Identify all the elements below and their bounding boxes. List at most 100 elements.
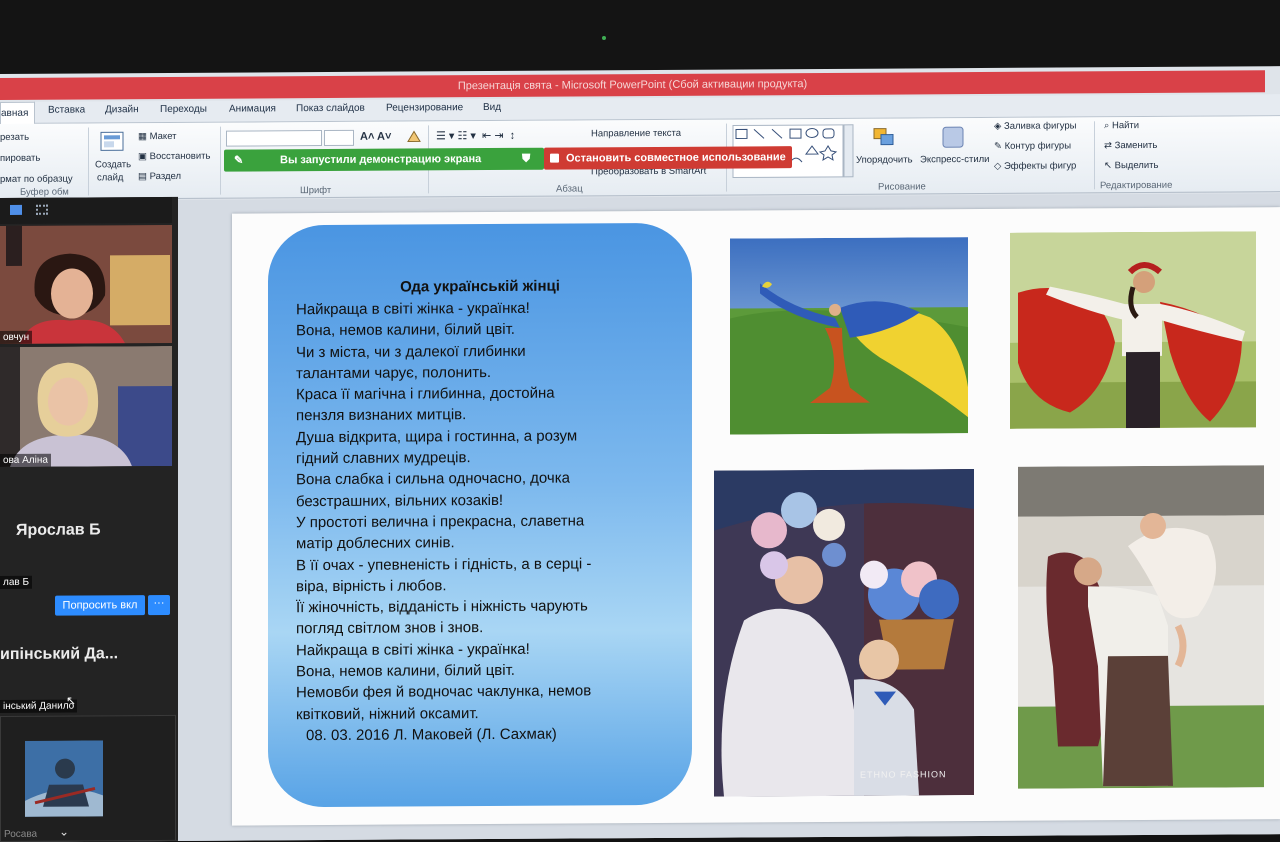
participant-tile[interactable]: овчун (0, 224, 172, 344)
reset-icon: ▣ (138, 151, 150, 163)
tab-view[interactable]: Вид (483, 102, 501, 113)
poem-line: гідний славних мудреців. (296, 449, 471, 468)
poem-lines: Найкраща в світі жінка - українка! Вона,… (296, 297, 686, 725)
poem-line: Вона слабка і сильна одночасно, дочка (296, 469, 570, 489)
poem-line: пензля визнаних митців. (296, 406, 467, 425)
layout-icon: ▦ (138, 131, 150, 143)
new-slide-icon[interactable] (100, 131, 124, 153)
participant-tile[interactable]: Росава ⌄ (0, 714, 176, 842)
photo-caption: ETHNO FASHION (860, 769, 947, 780)
reset-button[interactable]: ▣ Восстановить (138, 151, 210, 162)
arrange-icon[interactable] (872, 127, 898, 151)
clear-formatting-icon[interactable] (406, 129, 422, 143)
arrange-button[interactable]: Упорядочить (856, 154, 913, 165)
chevron-down-icon[interactable]: ⌄ (59, 825, 69, 839)
participant-name: лав Б (0, 575, 33, 589)
poem-line: матір доблесних синів. (296, 534, 455, 553)
bullets-icon[interactable]: ☰ ▾ ☷ ▾ ⇤ ⇥ ↕ (436, 129, 515, 142)
find-label: Найти (1111, 120, 1140, 132)
participant-display-name: ипінський Да... (0, 645, 119, 663)
group-label-editing: Редактирование (1100, 179, 1173, 192)
shape-outline-label: Контур фигуры (1004, 140, 1072, 152)
photo-mother-lifting-child[interactable] (1018, 465, 1264, 789)
tab-review[interactable]: Рецензирование (386, 102, 463, 113)
copy-button[interactable]: пировать (0, 153, 40, 164)
replace-label: Заменить (1114, 139, 1158, 152)
group-separator (88, 127, 89, 196)
stop-share-button[interactable]: Остановить совместное использование (544, 146, 792, 170)
tab-home[interactable]: авная (0, 101, 36, 125)
select-button[interactable]: ↖ Выделить (1104, 160, 1158, 171)
format-painter-button[interactable]: рмат по образцу (0, 174, 73, 185)
participant-tile[interactable]: ова Аліна (0, 345, 172, 467)
monitor-bezel (0, 0, 1280, 78)
poem-line: Найкраща в світі жінка - українка! (296, 640, 530, 659)
group-label-drawing: Рисование (878, 181, 926, 193)
layout-label: Макет (149, 130, 177, 143)
stop-share-label: Остановить совместное использование (566, 151, 786, 165)
tab-slideshow[interactable]: Показ слайдов (296, 103, 365, 114)
poem-line: Чи з міста, чи з далекої глибинки (296, 342, 526, 361)
poem-line: У простоті велична і прекрасна, славетна (296, 512, 585, 532)
new-slide-label-2[interactable]: слайд (97, 172, 123, 183)
cut-button[interactable]: резать (0, 132, 29, 143)
stop-icon (550, 153, 559, 163)
find-button[interactable]: ⌕ Найти (1104, 120, 1139, 131)
binoculars-icon: ⌕ (1104, 120, 1112, 132)
section-button[interactable]: ▤ Раздел (138, 171, 181, 182)
font-family-select[interactable] (226, 130, 322, 147)
participant-name: ова Аліна (0, 453, 51, 467)
participant-display-name: Ярослав Б (16, 521, 101, 539)
photo-mother-child[interactable] (714, 469, 974, 797)
section-icon: ▤ (138, 171, 150, 183)
screen-share-banner: ✎ Вы запустили демонстрацию экрана ⛊ (224, 147, 544, 172)
select-label: Выделить (1114, 159, 1159, 172)
new-slide-label[interactable]: Создать (95, 159, 131, 170)
slide[interactable]: Ода українській жінці Найкраща в світі ж… (232, 207, 1280, 826)
tab-transitions[interactable]: Переходы (160, 104, 207, 115)
poem-title: Ода українській жінці (400, 277, 560, 296)
mouse-cursor-icon: ↖ (66, 693, 77, 708)
quick-styles-button[interactable]: Экспресс-стили (920, 154, 989, 165)
participant-name: Росава (4, 828, 38, 840)
speaker-view-icon[interactable] (10, 204, 22, 215)
reset-label: Восстановить (149, 150, 211, 163)
poem-line: В її очах - упевненість і гідність, а в … (296, 554, 592, 574)
text-direction-button[interactable]: Направление текста (591, 128, 681, 140)
tab-design[interactable]: Дизайн (105, 104, 139, 115)
shape-fill-button[interactable]: ◈ Заливка фигуры (994, 120, 1077, 132)
poem-line: Вона, немов калини, білий цвіт. (296, 321, 515, 340)
shape-effects-button[interactable]: ◇ Эффекты фигур (994, 160, 1076, 172)
layout-button[interactable]: ▦ Макет (138, 131, 177, 142)
tab-insert[interactable]: Вставка (48, 104, 85, 115)
quick-styles-icon[interactable] (940, 124, 966, 150)
pencil-icon: ✎ (994, 140, 1005, 152)
font-size-select[interactable] (324, 129, 354, 147)
poem-line: Душа відкрита, щира і гостинна, а розум (296, 427, 578, 446)
poem-line: Немовби фея й водночас чаклунка, немов (296, 682, 592, 702)
photo-dancing-woman[interactable] (1010, 231, 1256, 429)
ask-to-unmute-button[interactable]: Попросить вкл (55, 595, 145, 616)
more-options-button[interactable]: ··· (148, 594, 170, 616)
shape-effects-label: Эффекты фигур (1003, 160, 1077, 172)
zoom-participants-panel: овчун ова Аліна Ярослав Б лав Б Попросит… (0, 196, 178, 842)
poem-line: безстрашних, вільних козаків! (296, 491, 504, 510)
grow-font-icon[interactable]: A˄ A˅ (360, 131, 391, 143)
group-separator (1094, 121, 1095, 190)
poem-line: квітковий, ніжний оксамит. (296, 704, 479, 723)
gallery-view-icon[interactable] (36, 204, 48, 215)
pin-icon: ✎ (234, 154, 244, 167)
replace-button[interactable]: ⇄ Заменить (1104, 140, 1157, 151)
section-label: Раздел (149, 170, 182, 183)
participant-video (0, 345, 172, 467)
replace-icon: ⇄ (1104, 140, 1115, 152)
poem-line: Вона, немов калини, білий цвіт. (296, 661, 515, 681)
group-separator (220, 126, 221, 195)
tab-animation[interactable]: Анимация (229, 103, 276, 114)
poem-text-box[interactable]: Ода українській жінці Найкраща в світі ж… (268, 222, 692, 808)
photo-flag-woman[interactable] (730, 237, 968, 435)
shape-outline-button[interactable]: ✎ Контур фигуры (994, 140, 1071, 151)
slide-editor-area: Ода українській жінці Найкраща в світі ж… (172, 193, 1280, 841)
shield-icon: ⛊ (522, 152, 531, 165)
paint-bucket-icon: ◈ (994, 120, 1004, 132)
